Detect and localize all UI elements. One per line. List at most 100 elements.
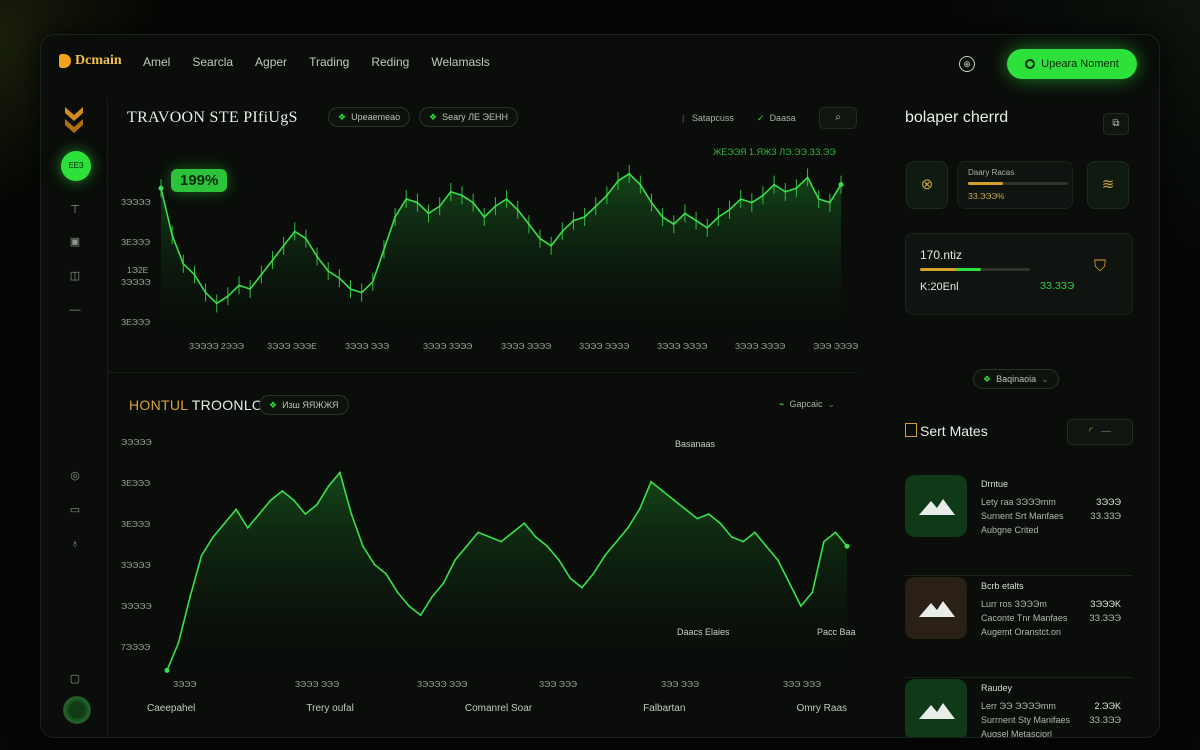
data-point — [762, 194, 764, 197]
data-point — [650, 480, 652, 483]
mate-name: Raudey — [981, 683, 1013, 693]
nav-links: Amel Searcla Agper Trading Reding Welama… — [143, 55, 490, 69]
bottom-label[interactable]: Omry Raas — [796, 703, 847, 714]
right-panel-title: bolaper cherrd — [905, 109, 1009, 126]
data-point — [581, 586, 583, 589]
mate-line: Aubgne Crited — [981, 525, 1039, 535]
search-button[interactable]: ⌕ — [819, 107, 857, 129]
bottom-label[interactable]: Comanrel Soar — [465, 703, 532, 714]
nav-link-searcla[interactable]: Searcla — [192, 55, 233, 69]
data-point — [817, 198, 820, 200]
nav-link-amel[interactable]: Amel — [143, 55, 170, 69]
tick-label: ЗЭЭЭЭ — [121, 560, 151, 570]
chart2-plot — [164, 470, 850, 675]
tick-label: ЭЭЭЭЭ — [121, 601, 152, 611]
data-point — [617, 180, 619, 182]
data-point — [583, 216, 586, 218]
data-point — [604, 554, 606, 557]
chart2-filter[interactable]: ⌁ Gapcaic ⌄ — [779, 399, 835, 410]
data-point — [204, 291, 207, 294]
wallet-icon[interactable]: ▣ — [67, 235, 83, 249]
nav-link-trading[interactable]: Trading — [309, 55, 349, 69]
location-icon[interactable]: ◎ — [67, 469, 83, 483]
tick-label: ЗЭЭЭ ЭЭЭЭ — [735, 341, 786, 351]
data-point — [483, 216, 486, 218]
mountain-glyph — [919, 601, 955, 617]
bottom-label[interactable]: Falbartan — [643, 703, 685, 714]
chart1-filter2[interactable]: ✓ Daasa — [757, 113, 796, 124]
data-point — [707, 513, 710, 515]
mate-row[interactable]: Drntue Lety raa ЗЭЭЭmm Surnent Srt Manfaes… — [905, 475, 1133, 576]
data-point — [408, 605, 410, 607]
mates-title: Sert Mates — [905, 423, 988, 439]
nav-link-reding[interactable]: Reding — [371, 55, 409, 69]
data-point — [505, 198, 508, 200]
nav-link-welamasls[interactable]: Welamasls — [431, 55, 489, 69]
globe-icon[interactable]: ⊕ — [959, 56, 975, 72]
sidebar-item-active[interactable]: ЕЕЗ — [61, 151, 91, 181]
data-point — [799, 605, 802, 607]
minus-icon[interactable]: — — [67, 303, 83, 317]
data-point — [838, 182, 844, 188]
mate-row[interactable]: Bcrb etalts Lurr ros ЗЭЭЭm Caconte Tnr Man… — [905, 577, 1133, 678]
data-point — [477, 531, 480, 534]
data-point — [177, 641, 180, 644]
chart1-pill-search[interactable]: ❖ Seary ЛЕ ЭЕНН — [419, 107, 518, 127]
data-point — [394, 216, 396, 218]
upgrade-button[interactable]: Upeara Noment — [1007, 49, 1137, 79]
mates-toggle[interactable]: ◜ — — [1067, 419, 1133, 445]
chart2-pill[interactable]: ❖ Изш ЯЯЖЖЯ — [259, 395, 349, 415]
data-point — [561, 230, 564, 233]
mountain-glyph — [919, 499, 955, 515]
settings-icon[interactable]: ▢ — [67, 672, 83, 686]
data-point — [534, 536, 537, 538]
brand-chevron-icon — [65, 107, 83, 133]
bottom-label[interactable]: Trery oufal — [306, 703, 353, 714]
data-point — [419, 614, 422, 617]
exchange-icon-button[interactable]: ⊗ — [906, 161, 948, 209]
tick-label: ЗЭЭЭ ЭЭЭЭ — [579, 341, 630, 351]
progress-card-value: ЗЗ.ЗЗЭ — [1040, 281, 1075, 292]
data-point — [461, 194, 463, 197]
bottom-label[interactable]: Caeepahel — [147, 703, 195, 714]
data-point — [269, 499, 272, 502]
tick-label: ЗЭЭЭ ЭЭЭЭ — [501, 341, 552, 351]
data-point — [215, 302, 218, 305]
logo-icon — [59, 54, 71, 68]
options-dropdown[interactable]: ❖ Baqinaoia ⌄ — [973, 369, 1059, 389]
chart2-bottom-labels: Caeepahel Trery oufal Comanrel Soar Falb… — [147, 703, 847, 714]
data-point — [661, 216, 664, 218]
chart1-pill2-label: Seary ЛЕ ЭЕНН — [442, 112, 508, 122]
data-point — [360, 291, 363, 294]
logo-text: Dcmain — [75, 53, 122, 68]
logo[interactable]: Dcmain — [59, 53, 122, 69]
monitor-icon[interactable]: ▭ — [67, 503, 83, 517]
chart1-filter1[interactable]: | Satapcuss — [682, 113, 734, 123]
mate-row[interactable]: Raudey Lerr ЭЭ ЭЭЭЭmm Surrnent Sty Manifae… — [905, 679, 1133, 737]
nav-link-agper[interactable]: Agper — [255, 55, 287, 69]
chart1-pill-upgrade[interactable]: ❖ Upeaemeao — [328, 107, 411, 127]
data-point — [742, 540, 745, 543]
leaf-icon: ❖ — [338, 111, 347, 122]
user-icon[interactable]: ♁ — [67, 537, 83, 551]
briefcase-icon[interactable]: ◫ — [67, 269, 83, 283]
export-icon[interactable]: ⧉ — [1103, 113, 1129, 135]
tick-label: ЗЭЭ ЭЭЭ — [539, 679, 578, 689]
leaf-icon: ❖ — [429, 111, 438, 122]
stack-icon-button[interactable]: ≋ — [1087, 161, 1129, 209]
chart1-plot — [158, 164, 844, 343]
data-point — [373, 563, 376, 566]
chart1-title: TRAVOON STE PIfiUgS — [127, 109, 298, 126]
data-point — [828, 201, 831, 204]
series-area — [161, 173, 841, 343]
tick-label: ЗЕЭЭЭ — [121, 478, 151, 488]
data-point — [527, 223, 530, 226]
data-point — [753, 531, 756, 534]
mate-line: Lerr ЭЭ ЭЭЭЭmm — [981, 701, 1056, 711]
mate-value: ЗЭЭЭK — [1090, 599, 1121, 609]
progress-card-sub: K:20Enl — [920, 281, 959, 293]
data-point — [776, 559, 779, 561]
data-point — [465, 545, 468, 548]
avatar[interactable] — [63, 696, 91, 724]
trend-icon[interactable]: ⊤ — [67, 203, 83, 217]
